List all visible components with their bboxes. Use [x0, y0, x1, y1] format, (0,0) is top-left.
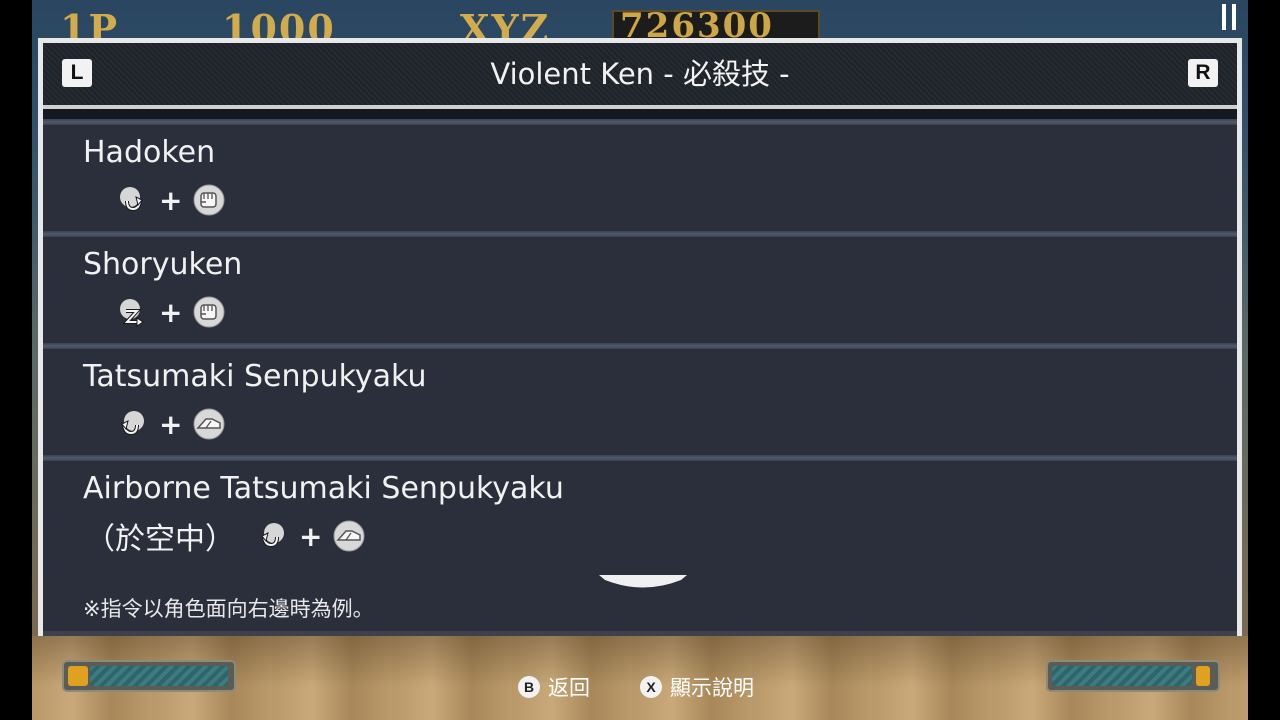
x-button-icon: X — [640, 676, 662, 698]
plus-sign: + — [159, 183, 183, 217]
move-name: Hadoken — [83, 135, 216, 170]
p1-gauge-tip — [68, 666, 88, 686]
show-help-label: 顯示說明 — [670, 676, 754, 700]
plus-sign: + — [299, 519, 323, 553]
move-list-header: L Violent Ken - 必殺技 - R — [43, 43, 1237, 109]
p2-super-gauge — [1046, 660, 1220, 692]
kick-icon — [333, 520, 365, 552]
p1-super-gauge — [62, 660, 236, 692]
show-help-hint[interactable]: X 顯示說明 — [640, 674, 754, 700]
kick-icon — [193, 408, 225, 440]
p2-gauge-tip — [1196, 666, 1210, 686]
punch-icon — [193, 296, 225, 328]
back-label: 返回 — [548, 676, 590, 700]
punch-icon — [193, 184, 225, 216]
quarter-circle-back-icon — [121, 411, 144, 436]
move-row-hadoken[interactable]: Hadoken + — [43, 119, 1237, 231]
p2-gauge-fill — [1052, 666, 1192, 686]
move-command: （於空中） + — [77, 519, 366, 557]
letterbox-left — [0, 0, 32, 720]
move-name: Tatsumaki Senpukyaku — [83, 359, 427, 394]
dragon-punch-motion-icon — [120, 299, 144, 327]
move-list-title: Violent Ken - 必殺技 - — [490, 57, 790, 91]
p1-gauge-fill — [90, 666, 228, 686]
letterbox-right — [1248, 0, 1280, 720]
plus-sign: + — [159, 407, 183, 441]
move-list-footer: ※指令以角色面向右邊時為例。 — [43, 567, 1237, 636]
move-row-airborne-tatsumaki-senpukyaku[interactable]: Airborne Tatsumaki Senpukyaku （於空中） + — [43, 455, 1237, 567]
move-list[interactable]: Hadoken + Shoryuken + Tatsumaki Senpukya… — [43, 119, 1237, 573]
quarter-circle-forward-icon — [120, 187, 143, 212]
move-row-tatsumaki-senpukyaku[interactable]: Tatsumaki Senpukyaku + — [43, 343, 1237, 455]
b-button-icon: B — [518, 676, 540, 698]
plus-sign: + — [159, 295, 183, 329]
back-hint[interactable]: B 返回 — [518, 674, 590, 700]
next-page-r-button[interactable]: R — [1188, 59, 1218, 87]
move-command: + — [115, 295, 226, 329]
move-condition-note: （於空中） — [85, 522, 235, 557]
pause-icon — [1222, 4, 1236, 30]
move-command: + — [115, 183, 226, 217]
move-command: + — [115, 407, 226, 441]
scroll-down-arrow-icon[interactable] — [599, 575, 687, 591]
direction-note: ※指令以角色面向右邊時為例。 — [83, 597, 374, 621]
move-row-shoryuken[interactable]: Shoryuken + — [43, 231, 1237, 343]
quarter-circle-back-icon — [261, 523, 284, 548]
move-name: Shoryuken — [83, 247, 243, 282]
move-list-panel: L Violent Ken - 必殺技 - R Hadoken + Shoryu… — [38, 38, 1242, 636]
move-name: Airborne Tatsumaki Senpukyaku — [83, 471, 564, 506]
